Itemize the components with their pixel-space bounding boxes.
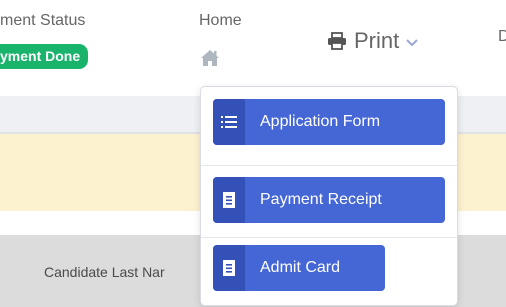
menu-item-application-form: Application Form <box>201 87 457 151</box>
menu-item-payment-receipt: Payment Receipt <box>201 151 457 231</box>
admit-card-button[interactable]: Admit Card <box>213 245 385 291</box>
payment-receipt-button[interactable]: Payment Receipt <box>213 177 445 223</box>
application-form-label: Application Form <box>260 113 381 130</box>
menu-item-admit-card: Admit Card <box>201 231 457 305</box>
payment-status-label: yment Status <box>0 12 86 29</box>
home-label: Home <box>199 12 242 29</box>
print-dropdown-toggle[interactable]: Print <box>327 24 418 58</box>
payment-receipt-label: Payment Receipt <box>260 191 382 208</box>
printer-icon <box>328 32 346 50</box>
application-form-button[interactable]: Application Form <box>213 99 445 145</box>
admit-card-label: Admit Card <box>260 259 341 276</box>
cut-off-nav-item[interactable]: D <box>498 28 506 46</box>
receipt-icon <box>213 177 245 223</box>
list-icon <box>213 99 245 145</box>
payment-status-badge: yment Done <box>0 44 89 69</box>
print-dropdown-menu: Application Form Payment Receipt Admit C… <box>200 86 458 306</box>
receipt-icon <box>213 245 245 291</box>
print-label: Print <box>354 28 400 53</box>
home-icon[interactable] <box>200 49 220 67</box>
page: yment Status yment Done Home Print D Can… <box>0 0 506 307</box>
chevron-down-icon <box>406 39 418 47</box>
candidate-last-name-label: Candidate Last Nar <box>44 264 165 280</box>
